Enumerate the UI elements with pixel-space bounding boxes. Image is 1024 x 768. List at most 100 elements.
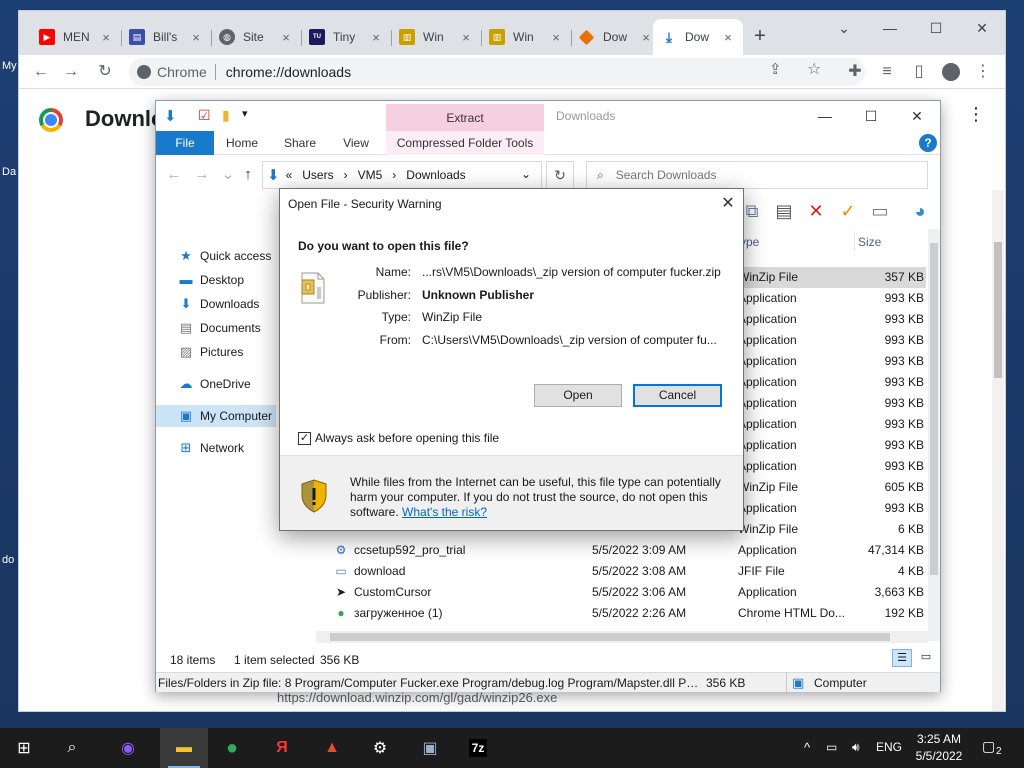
column-header-size[interactable]: Size bbox=[858, 235, 881, 249]
more-icon[interactable]: ⋮ bbox=[967, 104, 985, 125]
tab-winzip-2[interactable]: ▥ Win × bbox=[481, 23, 571, 51]
close-icon[interactable]: × bbox=[721, 30, 735, 45]
profile-avatar[interactable] bbox=[939, 60, 963, 84]
close-icon[interactable]: × bbox=[549, 30, 563, 45]
share-icon[interactable]: ⇪ bbox=[769, 60, 782, 78]
help-icon[interactable]: ? bbox=[919, 134, 937, 152]
file-list-scrollbar[interactable] bbox=[928, 229, 940, 641]
minimize-button[interactable]: — bbox=[867, 15, 913, 43]
close-icon[interactable]: × bbox=[369, 30, 383, 45]
tab-view[interactable]: View bbox=[332, 131, 380, 155]
tab-bills[interactable]: ▤ Bill's × bbox=[121, 23, 211, 51]
monitor-taskbar-button[interactable]: ▣ bbox=[406, 728, 454, 768]
always-ask-checkbox[interactable]: ✓ Always ask before opening this file bbox=[298, 431, 499, 445]
nav-item-desktop[interactable]: ▬ Desktop bbox=[178, 269, 245, 291]
nav-item-onedrive[interactable]: ☁ OneDrive bbox=[178, 373, 251, 395]
start-taskbar-button[interactable]: ⊞ bbox=[0, 728, 48, 768]
tab-home[interactable]: Home bbox=[218, 131, 266, 155]
search-taskbar-button[interactable]: ⌕ bbox=[48, 728, 96, 768]
omnibox[interactable]: Chrome chrome://downloads ⇪ ☆ bbox=[129, 58, 865, 86]
close-window-button[interactable]: ✕ bbox=[894, 105, 940, 129]
close-icon[interactable]: ✕ bbox=[716, 193, 740, 215]
whats-the-risk-link[interactable]: What's the risk? bbox=[402, 505, 487, 519]
nav-item-downloads[interactable]: ⬇ Downloads bbox=[178, 293, 260, 315]
address-bar[interactable]: ⬇ « Users › VM5 › Downloads ⌄ bbox=[262, 161, 542, 189]
folder-icon[interactable]: ▮ bbox=[222, 107, 230, 124]
file-row[interactable]: ● загруженное (1) 5/5/2022 2:26 AM Chrome H… bbox=[316, 603, 926, 624]
file-row[interactable]: ▭ download 5/5/2022 3:08 AM JFIF File 4 KB bbox=[316, 561, 926, 582]
file-row[interactable]: ⚙ ccsetup592_pro_trial 5/5/2022 3:09 AM App… bbox=[316, 540, 926, 561]
file-explorer-taskbar-button[interactable]: ▬ bbox=[160, 728, 208, 768]
clipboard-icon[interactable]: ▤ bbox=[772, 199, 796, 223]
tab-youtube[interactable]: ▶ MEN × bbox=[31, 23, 121, 51]
scrollbar[interactable] bbox=[992, 190, 1004, 711]
nav-item-my-computer[interactable]: ▣ My Computer bbox=[156, 405, 276, 427]
close-icon[interactable]: × bbox=[189, 30, 203, 45]
network-icon[interactable]: ▭ bbox=[826, 740, 837, 754]
language-indicator[interactable]: ENG bbox=[876, 740, 902, 754]
chevron-down-icon[interactable]: ⌄ bbox=[821, 15, 867, 43]
maximize-button[interactable]: ☐ bbox=[913, 15, 959, 43]
chevron-down-icon[interactable]: ⌄ bbox=[521, 167, 531, 181]
winrar-taskbar-button[interactable]: ▲ bbox=[308, 728, 356, 768]
file-list-hscrollbar[interactable] bbox=[316, 631, 928, 643]
details-view-icon[interactable]: ☰ bbox=[892, 649, 912, 667]
checkmark-icon[interactable]: ✓ bbox=[836, 199, 860, 223]
open-button[interactable]: Open bbox=[534, 384, 622, 407]
reload-button[interactable]: ↻ bbox=[93, 60, 117, 84]
customize-icon[interactable]: ▾ bbox=[242, 107, 248, 120]
back-button[interactable]: ← bbox=[164, 165, 184, 185]
tab-download-1[interactable]: Dow × bbox=[571, 23, 661, 51]
globe-icon[interactable]: ◕ bbox=[908, 199, 932, 223]
settings-taskbar-button[interactable]: ⚙ bbox=[356, 728, 404, 768]
yandex-taskbar-button[interactable]: Я bbox=[258, 728, 306, 768]
menu-icon[interactable]: ⋮ bbox=[971, 60, 995, 84]
forward-button[interactable]: → bbox=[59, 60, 83, 84]
checkbox-checked-icon[interactable]: ✓ bbox=[298, 431, 311, 445]
refresh-button[interactable]: ↻ bbox=[546, 161, 574, 189]
notification-icon[interactable]: ▢ 2 bbox=[982, 738, 1004, 758]
file-row[interactable]: ➤ CustomCursor 5/5/2022 3:06 AM Application… bbox=[316, 582, 926, 603]
volume-icon[interactable]: 🔊︎ bbox=[852, 740, 860, 755]
maximize-button[interactable]: ☐ bbox=[848, 105, 894, 129]
tab-winzip-1[interactable]: ▥ Win × bbox=[391, 23, 481, 51]
back-button[interactable]: ← bbox=[29, 60, 53, 84]
tab-share[interactable]: Share bbox=[276, 131, 324, 155]
cancel-button[interactable]: Cancel bbox=[633, 384, 722, 407]
up-button[interactable]: ↑ bbox=[238, 165, 258, 185]
close-icon[interactable]: × bbox=[459, 30, 473, 45]
nav-item-pictures[interactable]: ▨ Pictures bbox=[178, 341, 244, 363]
chrome-taskbar-button[interactable]: ● bbox=[208, 728, 256, 768]
new-tab-button[interactable]: + bbox=[747, 25, 773, 49]
clock[interactable]: 3:25 AM 5/5/2022 bbox=[904, 731, 974, 765]
tab-compressed-folder-tools[interactable]: Compressed Folder Tools bbox=[386, 131, 544, 155]
scrollbar-thumb[interactable] bbox=[994, 242, 1002, 378]
nav-item-network[interactable]: ⊞ Network bbox=[178, 437, 244, 459]
media-icon[interactable]: ≡ bbox=[875, 60, 899, 84]
properties-icon[interactable]: ☑ bbox=[198, 107, 211, 124]
extensions-icon[interactable]: ✚ bbox=[843, 60, 867, 84]
nav-item-documents[interactable]: ▤ Documents bbox=[178, 317, 261, 339]
breadcrumb-downloads[interactable]: Downloads bbox=[406, 168, 465, 182]
side-panel-icon[interactable]: ▯ bbox=[907, 60, 931, 84]
tab-tinyurl[interactable]: TU Tiny × bbox=[301, 23, 391, 51]
download-url[interactable]: https://download.winzip.com/gl/gad/winzi… bbox=[277, 690, 557, 705]
bookmark-star-icon[interactable]: ☆ bbox=[807, 59, 821, 79]
tab-file[interactable]: File bbox=[156, 131, 214, 155]
alice-taskbar-button[interactable]: ◉ bbox=[104, 728, 152, 768]
card-icon[interactable]: ▭ bbox=[868, 199, 892, 223]
nav-item-quick-access[interactable]: ★ Quick access bbox=[178, 245, 271, 267]
forward-button[interactable]: → bbox=[192, 165, 212, 185]
large-icons-view-icon[interactable]: ▭ bbox=[916, 649, 936, 667]
scrollbar-thumb[interactable] bbox=[930, 243, 938, 575]
scrollbar-thumb[interactable] bbox=[330, 633, 890, 641]
search-input[interactable]: ⌕ Search Downloads bbox=[586, 161, 928, 189]
breadcrumb-users[interactable]: Users bbox=[302, 168, 333, 182]
close-icon[interactable]: × bbox=[99, 30, 113, 45]
recent-locations-icon[interactable]: ⌄ bbox=[218, 165, 238, 185]
close-window-button[interactable]: ✕ bbox=[959, 15, 1005, 43]
breadcrumb-vm5[interactable]: VM5 bbox=[358, 168, 383, 182]
close-icon[interactable]: × bbox=[279, 30, 293, 45]
close-icon[interactable]: × bbox=[639, 30, 653, 45]
minimize-button[interactable]: — bbox=[802, 105, 848, 129]
